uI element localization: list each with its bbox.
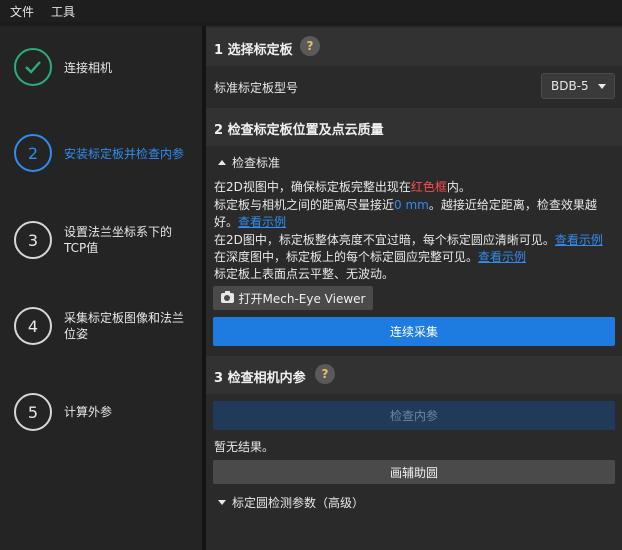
view-example-link-1[interactable]: 查看示例 [238,215,286,229]
section-1-header: 1 选择标定板 ? [206,28,622,66]
section-3-header: 3 检查相机内参 ? [206,356,622,394]
menu-bar: 文件 工具 [0,0,622,22]
step-4-label-line1: 采集标定板图像和法兰 [64,311,185,325]
criteria-line-1-end: 内。 [446,180,471,194]
expand-triangle-icon [218,500,226,505]
menu-tools[interactable]: 工具 [51,3,75,20]
step-3-label-line2: TCP值 [64,241,99,255]
help-icon[interactable]: ? [315,364,335,384]
step-3-label-line1: 设置法兰坐标系下的 [64,225,173,239]
criteria-line-1: 在2D视图中，确保标定板完整出现在红色框内。 [214,178,471,195]
open-viewer-button[interactable]: 打开Mech-Eye Viewer [213,286,373,310]
section-3-title: 3 检查相机内参 [214,371,306,386]
check-intrinsics-button[interactable]: 检查内参 [213,401,615,430]
criteria-toggle-label: 检查标准 [232,156,281,170]
distance-value: 0 mm [394,198,429,212]
board-type-label: 标准标定板型号 [214,81,299,95]
continuous-capture-button[interactable]: 连续采集 [213,317,615,346]
view-example-link-2[interactable]: 查看示例 [555,233,603,247]
detection-params-toggle[interactable]: 标定圆检测参数（高级） [218,494,364,511]
criteria-line-2-end: 。越接近给定距离，检查效果越 [428,198,597,212]
camera-icon [220,291,234,303]
criteria-line-4-text: 在2D图中，标定板整体亮度不宜过暗，每个标定圆应清晰可见。 [214,233,555,247]
criteria-line-3-text: 好。 [214,215,239,229]
step-2-label: 安装标定板并检查内参 [64,147,185,161]
detection-params-label: 标定圆检测参数（高级） [232,496,365,510]
red-frame-text: 红色框 [410,180,447,194]
criteria-line-4: 在2D图中，标定板整体亮度不宜过暗，每个标定圆应清晰可见。查看示例 [214,231,603,248]
criteria-toggle[interactable]: 检查标准 [218,154,280,171]
collapse-triangle-icon [218,160,226,165]
main-panel: 1 选择标定板 ? 标准标定板型号 BDB-5 2 检查标定板位置及点云质量 检… [206,26,622,550]
step-4-label-line2: 位姿 [64,327,89,341]
checkmark-icon [14,48,52,86]
section-1-title: 1 选择标定板 [214,43,293,58]
step-3-number: 3 [14,221,52,259]
board-type-value: BDB-5 [551,79,589,93]
criteria-line-6: 标定板上表面点云平整、无波动。 [214,267,395,281]
section-2-title: 2 检查标定板位置及点云质量 [214,123,384,138]
board-type-select[interactable]: BDB-5 [541,73,615,99]
step-1-label: 连接相机 [64,61,113,75]
help-icon[interactable]: ? [300,36,320,56]
chevron-down-icon [598,84,606,89]
draw-aid-circle-button[interactable]: 画辅助圆 [213,460,615,484]
steps-sidebar: 连接相机 2 安装标定板并检查内参 3 设置法兰坐标系下的 TCP值 4 采集标… [0,26,202,550]
step-5-number: 5 [14,393,52,431]
step-3-label: 设置法兰坐标系下的 TCP值 [64,224,194,256]
criteria-line-1-text: 在2D视图中，确保标定板完整出现在 [214,180,411,194]
criteria-line-5: 在深度图中，标定板上的每个标定圆应完整可见。查看示例 [214,248,526,265]
open-viewer-label: 打开Mech-Eye Viewer [238,291,366,306]
section-2-header: 2 检查标定板位置及点云质量 [206,108,622,146]
step-5-label: 计算外参 [64,405,113,419]
step-4-number: 4 [14,307,52,345]
step-2-number: 2 [14,134,52,172]
criteria-line-5-text: 在深度图中，标定板上的每个标定圆应完整可见。 [214,250,479,264]
criteria-line-3: 好。查看示例 [214,213,286,230]
criteria-line-2: 标定板与相机之间的距离尽量接近0 mm。越接近给定距离，检查效果越 [214,196,597,213]
view-example-link-3[interactable]: 查看示例 [478,250,526,264]
step-4-label: 采集标定板图像和法兰 位姿 [64,310,194,342]
menu-file[interactable]: 文件 [10,3,34,20]
no-result-text: 暂无结果。 [214,440,275,454]
criteria-line-2-text: 标定板与相机之间的距离尽量接近 [214,198,395,212]
